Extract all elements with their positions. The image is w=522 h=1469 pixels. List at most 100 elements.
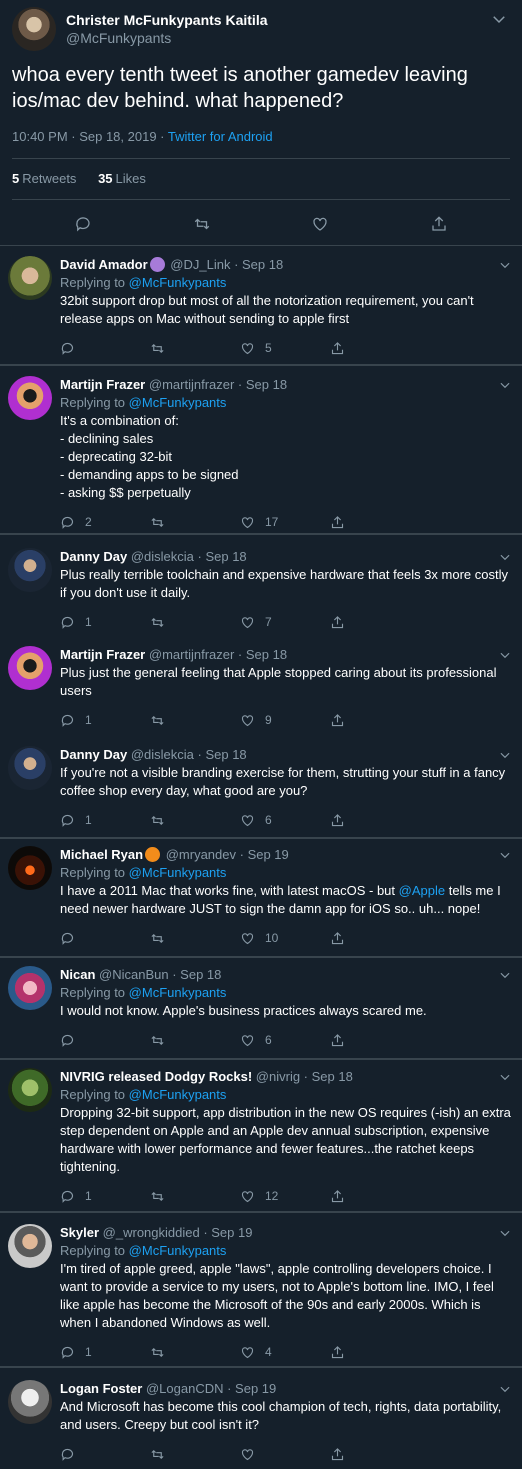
reply-date[interactable]: Sep 19 <box>248 847 289 862</box>
share-button[interactable] <box>330 713 420 728</box>
reply-handle[interactable]: @dislekcia <box>131 747 194 762</box>
like-button[interactable]: 6 <box>240 813 330 828</box>
chevron-down-icon[interactable] <box>498 550 512 564</box>
avatar[interactable] <box>8 256 52 300</box>
share-button[interactable] <box>330 615 420 630</box>
like-button[interactable]: 10 <box>240 931 330 946</box>
like-icon[interactable] <box>311 215 329 233</box>
chevron-down-icon[interactable] <box>498 848 512 862</box>
replying-to-mention[interactable]: @McFunkypants <box>129 985 227 1000</box>
replying-to-mention[interactable]: @McFunkypants <box>129 275 227 290</box>
mention-link[interactable]: @Apple <box>399 883 445 898</box>
reply-button[interactable]: 1 <box>60 1189 150 1204</box>
retweets-stat[interactable]: 5 Retweets <box>12 171 76 186</box>
chevron-down-icon[interactable] <box>498 968 512 982</box>
like-button[interactable]: 4 <box>240 1345 330 1360</box>
chevron-down-icon[interactable] <box>498 1382 512 1396</box>
share-button[interactable] <box>330 1447 420 1462</box>
likes-stat[interactable]: 35 Likes <box>98 171 146 186</box>
like-button[interactable]: 12 <box>240 1189 330 1204</box>
retweet-button[interactable] <box>150 931 240 946</box>
author-handle[interactable]: @McFunkypants <box>66 29 510 47</box>
reply-date[interactable]: Sep 18 <box>180 967 221 982</box>
tweet-source[interactable]: Twitter for Android <box>168 129 273 144</box>
like-button[interactable] <box>240 1447 330 1462</box>
reply-button[interactable] <box>60 341 150 356</box>
avatar[interactable] <box>8 1224 52 1268</box>
share-button[interactable] <box>330 341 420 356</box>
avatar[interactable] <box>12 7 56 51</box>
reply-handle[interactable]: @LoganCDN <box>146 1381 224 1396</box>
reply-button[interactable] <box>60 931 150 946</box>
reply-handle[interactable]: @DJ_Link <box>170 257 230 272</box>
reply-date[interactable]: Sep 18 <box>205 549 246 564</box>
reply-author-name[interactable]: Martijn Frazer <box>60 647 145 662</box>
avatar[interactable] <box>8 846 52 890</box>
reply-handle[interactable]: @NicanBun <box>99 967 169 982</box>
retweet-button[interactable] <box>150 341 240 356</box>
reply-author-name[interactable]: Martijn Frazer <box>60 377 145 392</box>
replying-to-mention[interactable]: @McFunkypants <box>129 1243 227 1258</box>
avatar[interactable] <box>8 966 52 1010</box>
retweet-button[interactable] <box>150 713 240 728</box>
reply-handle[interactable]: @martijnfrazer <box>149 647 234 662</box>
share-button[interactable] <box>330 813 420 828</box>
replying-to-mention[interactable]: @McFunkypants <box>129 1087 227 1102</box>
reply-author-name[interactable]: Skyler <box>60 1225 99 1240</box>
like-button[interactable]: 6 <box>240 1033 330 1048</box>
reply-author-name[interactable]: Nican <box>60 967 95 982</box>
reply-date[interactable]: Sep 18 <box>246 647 287 662</box>
reply-date[interactable]: Sep 19 <box>235 1381 276 1396</box>
reply-author-name[interactable]: Danny Day <box>60 549 127 564</box>
reply-button[interactable]: 2 <box>60 515 150 530</box>
reply-handle[interactable]: @dislekcia <box>131 549 194 564</box>
reply-date[interactable]: Sep 19 <box>211 1225 252 1240</box>
reply-date[interactable]: Sep 18 <box>205 747 246 762</box>
reply-date[interactable]: Sep 18 <box>242 257 283 272</box>
reply-author-name[interactable]: NIVRIG released Dodgy Rocks! <box>60 1069 252 1084</box>
reply-author-name[interactable]: Michael Ryan <box>60 847 143 862</box>
retweet-button[interactable] <box>150 1189 240 1204</box>
reply-date[interactable]: Sep 18 <box>246 377 287 392</box>
reply-handle[interactable]: @nivrig <box>256 1069 300 1084</box>
share-icon[interactable] <box>430 215 448 233</box>
retweet-button[interactable] <box>150 515 240 530</box>
avatar[interactable] <box>8 646 52 690</box>
retweet-button[interactable] <box>150 813 240 828</box>
replying-to-mention[interactable]: @McFunkypants <box>129 395 227 410</box>
retweet-button[interactable] <box>150 615 240 630</box>
reply-author-name[interactable]: Logan Foster <box>60 1381 142 1396</box>
share-button[interactable] <box>330 1033 420 1048</box>
retweet-button[interactable] <box>150 1033 240 1048</box>
reply-author-name[interactable]: Danny Day <box>60 747 127 762</box>
chevron-down-icon[interactable] <box>498 1070 512 1084</box>
share-button[interactable] <box>330 1189 420 1204</box>
retweet-button[interactable] <box>150 1447 240 1462</box>
like-button[interactable]: 17 <box>240 515 330 530</box>
reply-button[interactable]: 1 <box>60 615 150 630</box>
chevron-down-icon[interactable] <box>498 258 512 272</box>
share-button[interactable] <box>330 515 420 530</box>
chevron-down-icon[interactable] <box>498 378 512 392</box>
retweet-icon[interactable] <box>193 215 211 233</box>
avatar[interactable] <box>8 376 52 420</box>
chevron-down-icon[interactable] <box>498 748 512 762</box>
reply-button[interactable] <box>60 1447 150 1462</box>
avatar[interactable] <box>8 1068 52 1112</box>
reply-handle[interactable]: @mryandev <box>166 847 236 862</box>
share-button[interactable] <box>330 1345 420 1360</box>
reply-author-name[interactable]: David Amador <box>60 257 148 272</box>
replying-to-mention[interactable]: @McFunkypants <box>129 865 227 880</box>
reply-icon[interactable] <box>74 215 92 233</box>
reply-button[interactable]: 1 <box>60 813 150 828</box>
reply-handle[interactable]: @martijnfrazer <box>149 377 234 392</box>
like-button[interactable]: 9 <box>240 713 330 728</box>
reply-button[interactable] <box>60 1033 150 1048</box>
avatar[interactable] <box>8 1380 52 1424</box>
like-button[interactable]: 7 <box>240 615 330 630</box>
tweet-timestamp[interactable]: 10:40 PM · Sep 18, 2019 · <box>12 129 168 144</box>
reply-button[interactable]: 1 <box>60 1345 150 1360</box>
chevron-down-icon[interactable] <box>498 1226 512 1240</box>
avatar[interactable] <box>8 746 52 790</box>
like-button[interactable]: 5 <box>240 341 330 356</box>
